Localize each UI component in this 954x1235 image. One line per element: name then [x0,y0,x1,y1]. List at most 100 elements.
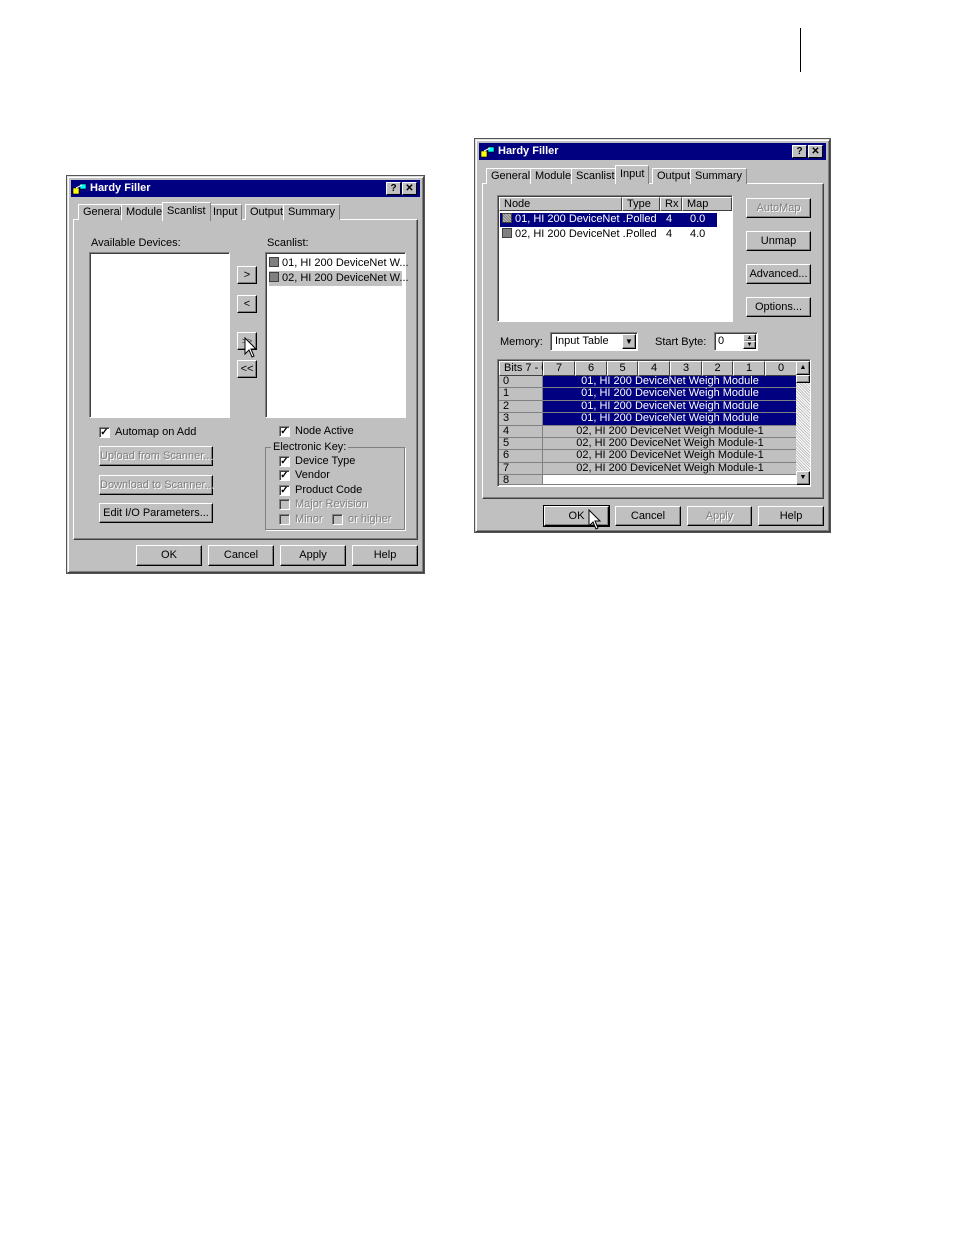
memory-select[interactable]: Input Table ▼ [550,332,638,351]
scroll-up-icon[interactable]: ▲ [796,361,810,375]
available-devices-label: Available Devices: [91,237,181,249]
automap-label: Automap on Add [115,426,197,438]
tab-summary[interactable]: Summary [283,204,341,220]
minor-label: Minor [295,513,323,525]
row-rx: 4 [666,213,673,225]
vendor-checkbox[interactable]: ✓ [279,470,290,481]
tab-module[interactable]: Module [530,168,577,184]
table-row[interactable]: 02, HI 200 DeviceNet ... Polled 4 4.0 [500,228,717,242]
dropdown-arrow-icon[interactable]: ▼ [622,334,636,349]
right-dialog-window: Hardy Filler ? ✕ General Module Scanlist… [475,139,830,532]
row-map: 0.0 [690,213,706,225]
memory-row[interactable]: 6 02, HI 200 DeviceNet Weigh Module-1 [499,450,797,463]
apply-button[interactable]: Apply [687,506,752,526]
cancel-button[interactable]: Cancel [615,506,681,526]
automap-checkbox[interactable]: ✓ [99,427,110,438]
or-higher-checkbox[interactable] [332,514,343,525]
start-byte-value: 0 [718,335,725,347]
bit-column-header: 4 [638,361,670,376]
help-icon[interactable]: ? [386,182,401,195]
table-row[interactable]: 01, HI 200 DeviceNet ... Polled 4 0.0 [500,213,717,227]
bit-column-header: 3 [670,361,702,376]
available-devices-list[interactable] [89,252,230,418]
help-button[interactable]: Help [352,545,418,566]
device-type-label: Device Type [295,455,356,467]
column-header-map[interactable]: Map [682,197,732,211]
download-to-scanner-button[interactable]: Download to Scanner... [99,475,214,495]
start-byte-label: Start Byte: [655,336,707,348]
help-icon[interactable]: ? [792,145,807,158]
bit-column-header: 2 [702,361,733,376]
memory-row[interactable]: 3 01, HI 200 DeviceNet Weigh Module [499,413,797,426]
close-icon[interactable]: ✕ [808,145,823,158]
right-title-bar[interactable]: Hardy Filler ? ✕ [479,143,826,160]
tab-summary[interactable]: Summary [690,168,748,184]
edit-io-parameters-button[interactable]: Edit I/O Parameters... [99,503,213,523]
scanlist-item[interactable]: 01, HI 200 DeviceNet W... [269,256,409,271]
left-title-bar[interactable]: Hardy Filler ? ✕ [71,180,420,197]
tab-input[interactable]: Input [208,204,243,220]
remove-all-button[interactable]: << [237,360,257,378]
mouse-pointer-icon [244,337,258,358]
device-type-checkbox[interactable]: ✓ [279,456,290,467]
major-revision-label: Major Revision [295,498,368,510]
app-icon [73,183,87,195]
ok-button[interactable]: OK [136,545,202,566]
tab-scanlist[interactable]: Scanlist [571,168,620,184]
tab-output[interactable]: Output [652,168,696,184]
upload-from-scanner-button[interactable]: Upload from Scanner... [99,446,213,466]
tab-module[interactable]: Module [121,204,168,220]
major-revision-checkbox[interactable] [279,499,290,510]
product-code-checkbox[interactable]: ✓ [279,485,290,496]
scanlist-label: Scanlist: [267,237,309,249]
tab-general[interactable]: General [78,204,128,220]
product-code-label: Product Code [295,484,363,496]
scanlist-item[interactable]: 02, HI 200 DeviceNet W... [269,271,409,286]
remove-device-button[interactable]: < [237,295,257,313]
cancel-button[interactable]: Cancel [208,545,274,566]
vendor-label: Vendor [295,469,330,481]
row-map: 4.0 [690,228,706,240]
page-margin-rule [800,28,801,72]
scroll-thumb[interactable] [796,375,810,383]
device-icon [502,228,512,238]
unmap-button[interactable]: Unmap [746,231,811,251]
column-header-rx[interactable]: Rx [660,197,682,211]
row-type: Polled [626,228,657,240]
minor-checkbox[interactable] [279,514,290,525]
memory-row[interactable]: 8 [499,475,797,486]
help-button[interactable]: Help [758,506,824,526]
node-table[interactable]: Node Type Rx Map 01, HI 200 DeviceNet ..… [497,195,733,322]
apply-button[interactable]: Apply [280,545,346,566]
bit-column-header: 1 [733,361,765,376]
close-icon[interactable]: ✕ [402,182,417,195]
start-byte-input[interactable]: 0 ▲ ▼ [714,332,758,351]
advanced-button[interactable]: Advanced... [746,264,811,284]
row-rx: 4 [666,228,673,240]
column-header-node[interactable]: Node [499,197,622,211]
tab-output[interactable]: Output [245,204,289,220]
node-active-checkbox[interactable]: ✓ [279,426,290,437]
memory-map-grid[interactable]: Bits 7 - 0 7 6 5 4 3 2 1 0 0 01, HI 200 … [497,359,811,487]
options-button[interactable]: Options... [746,297,811,317]
device-icon [502,213,512,223]
device-icon [269,272,279,282]
tab-general[interactable]: General [486,168,536,184]
memory-row[interactable]: 1 01, HI 200 DeviceNet Weigh Module [499,388,797,401]
column-header-type[interactable]: Type [622,197,660,211]
memory-row[interactable]: 7 02, HI 200 DeviceNet Weigh Module-1 [499,462,797,476]
left-dialog-window: Hardy Filler ? ✕ General Module Scanlist… [67,176,424,573]
tab-input[interactable]: Input [615,165,650,184]
row-type: Polled [626,213,657,225]
vertical-scrollbar[interactable]: ▲ ▼ [796,361,810,485]
or-higher-label: or higher [348,513,392,525]
app-icon [481,146,495,158]
add-device-button[interactable]: > [237,266,257,284]
bit-column-header: 5 [607,361,638,376]
tab-scanlist[interactable]: Scanlist [162,202,211,221]
scanlist-list[interactable]: 01, HI 200 DeviceNet W... 02, HI 200 Dev… [265,252,409,418]
automap-button[interactable]: AutoMap [746,198,811,218]
scroll-down-icon[interactable]: ▼ [796,471,810,485]
spin-down-icon[interactable]: ▼ [743,341,756,349]
memory-label: Memory: [500,336,543,348]
